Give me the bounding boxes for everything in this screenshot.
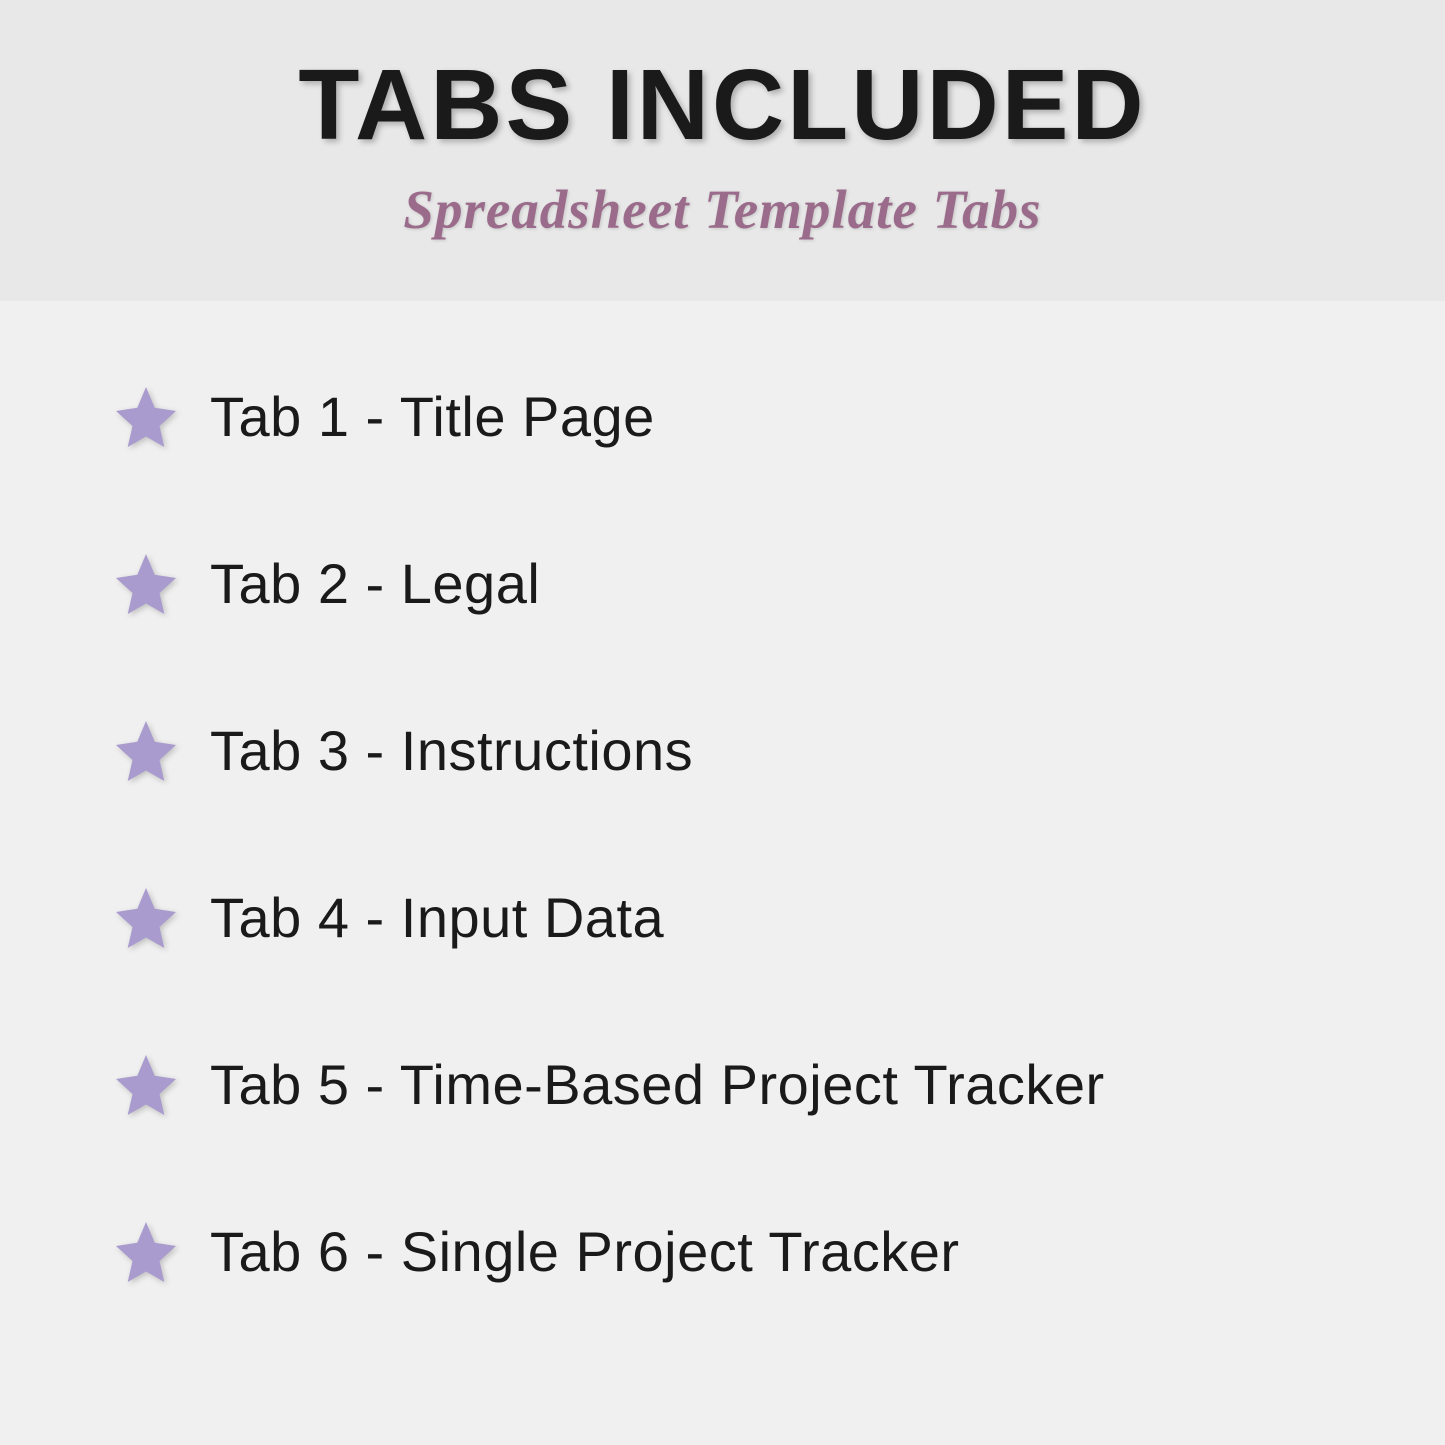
list-item: Tab 2 - Legal xyxy=(110,548,1345,620)
list-item-label: Tab 2 - Legal xyxy=(210,556,540,612)
list-item-label: Tab 6 - Single Project Tracker xyxy=(210,1224,960,1280)
list-item: Tab 1 - Title Page xyxy=(110,381,1345,453)
star-icon xyxy=(110,1049,182,1121)
tabs-list: Tab 1 - Title Page Tab 2 - Legal Tab 3 -… xyxy=(0,301,1445,1288)
list-item: Tab 6 - Single Project Tracker xyxy=(110,1216,1345,1288)
star-icon xyxy=(110,715,182,787)
star-icon xyxy=(110,882,182,954)
list-item: Tab 3 - Instructions xyxy=(110,715,1345,787)
list-item-label: Tab 1 - Title Page xyxy=(210,389,655,445)
page-title: TABS INCLUDED xyxy=(0,50,1445,160)
list-item-label: Tab 5 - Time-Based Project Tracker xyxy=(210,1057,1105,1113)
page-subtitle: Spreadsheet Template Tabs xyxy=(0,178,1445,241)
star-icon xyxy=(110,381,182,453)
star-icon xyxy=(110,548,182,620)
header: TABS INCLUDED Spreadsheet Template Tabs xyxy=(0,0,1445,301)
list-item-label: Tab 3 - Instructions xyxy=(210,723,693,779)
list-item-label: Tab 4 - Input Data xyxy=(210,890,664,946)
list-item: Tab 5 - Time-Based Project Tracker xyxy=(110,1049,1345,1121)
star-icon xyxy=(110,1216,182,1288)
list-item: Tab 4 - Input Data xyxy=(110,882,1345,954)
